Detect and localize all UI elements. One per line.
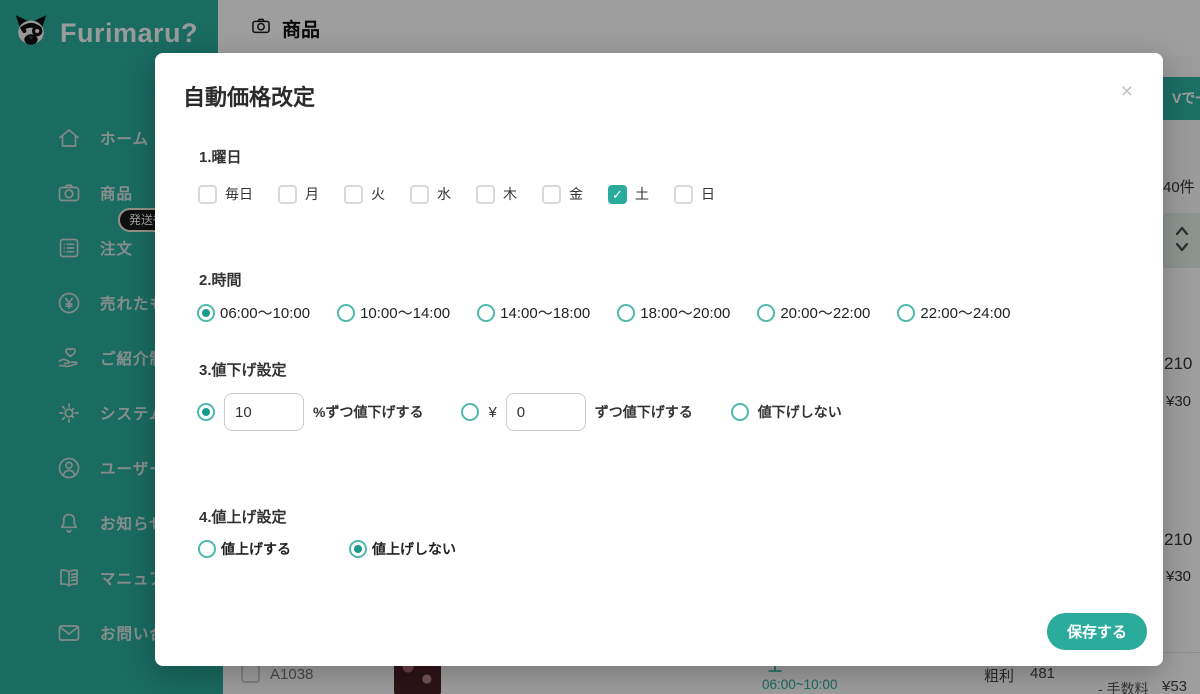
app-root: Furimaru? ホーム 商品 注文 発送待ち 売れたもの ご紹 (0, 0, 1200, 694)
radio[interactable] (337, 304, 355, 322)
time-option-2200-2400[interactable]: 22:00〜24:00 (897, 302, 1010, 323)
time-option-0600-1000[interactable]: 06:00〜10:00 (197, 302, 310, 323)
weekday-option-mon[interactable]: 月 (278, 184, 319, 204)
weekday-option-sun[interactable]: 日 (674, 184, 715, 204)
radio[interactable] (731, 403, 749, 421)
weekday-option-everyday[interactable]: 毎日 (198, 184, 253, 204)
time-option-1000-1400[interactable]: 10:00〜14:00 (337, 302, 450, 323)
checkbox[interactable] (410, 185, 429, 204)
markdown-percent-option[interactable]: %ずつ値下げする (197, 393, 423, 431)
checkbox-checked[interactable] (608, 185, 627, 204)
time-option-1800-2000[interactable]: 18:00〜20:00 (617, 302, 730, 323)
weekday-option-wed[interactable]: 水 (410, 184, 451, 204)
yen-symbol: ¥ (488, 404, 496, 421)
checkbox[interactable] (674, 185, 693, 204)
time-options: 06:00〜10:00 10:00〜14:00 14:00〜18:00 18:0… (197, 302, 1010, 323)
radio[interactable] (477, 304, 495, 322)
markdown-options: %ずつ値下げする ¥ ずつ値下げする 値下げしない (197, 393, 842, 431)
weekday-option-tue[interactable]: 火 (344, 184, 385, 204)
radio-selected[interactable] (349, 540, 367, 558)
radio-selected[interactable] (197, 304, 215, 322)
checkbox[interactable] (198, 185, 217, 204)
weekday-option-thu[interactable]: 木 (476, 184, 517, 204)
radio[interactable] (461, 403, 479, 421)
modal-title: 自動価格改定 (183, 80, 315, 112)
markdown-yen-option[interactable]: ¥ ずつ値下げする (461, 393, 692, 431)
close-icon[interactable]: × (1121, 81, 1133, 102)
markdown-none-option[interactable]: 値下げしない (731, 402, 842, 422)
checkbox[interactable] (344, 185, 363, 204)
weekday-section-label: 1.曜日 (199, 146, 242, 167)
weekday-options: 毎日 月 火 水 木 金 土 日 (198, 184, 715, 204)
time-option-1400-1800[interactable]: 14:00〜18:00 (477, 302, 590, 323)
checkbox[interactable] (476, 185, 495, 204)
markdown-yen-input[interactable] (506, 393, 586, 431)
markup-section-label: 4.値上げ設定 (199, 506, 287, 527)
weekday-option-fri[interactable]: 金 (542, 184, 583, 204)
markdown-percent-input[interactable] (224, 393, 304, 431)
markdown-section-label: 3.値下げ設定 (199, 359, 287, 380)
checkbox[interactable] (542, 185, 561, 204)
markup-options: 値上げする 値上げしない (198, 539, 456, 559)
checkbox[interactable] (278, 185, 297, 204)
time-option-2000-2200[interactable]: 20:00〜22:00 (757, 302, 870, 323)
weekday-option-sat[interactable]: 土 (608, 184, 649, 204)
radio[interactable] (897, 304, 915, 322)
radio-selected[interactable] (197, 403, 215, 421)
auto-price-modal: 自動価格改定 × 1.曜日 毎日 月 火 水 木 金 土 日 2.時間 06:0… (155, 53, 1163, 666)
save-button[interactable]: 保存する (1047, 613, 1147, 650)
time-section-label: 2.時間 (199, 269, 242, 290)
radio[interactable] (757, 304, 775, 322)
radio[interactable] (617, 304, 635, 322)
markup-no-option[interactable]: 値上げしない (349, 539, 456, 559)
radio[interactable] (198, 540, 216, 558)
markup-yes-option[interactable]: 値上げする (198, 539, 291, 559)
